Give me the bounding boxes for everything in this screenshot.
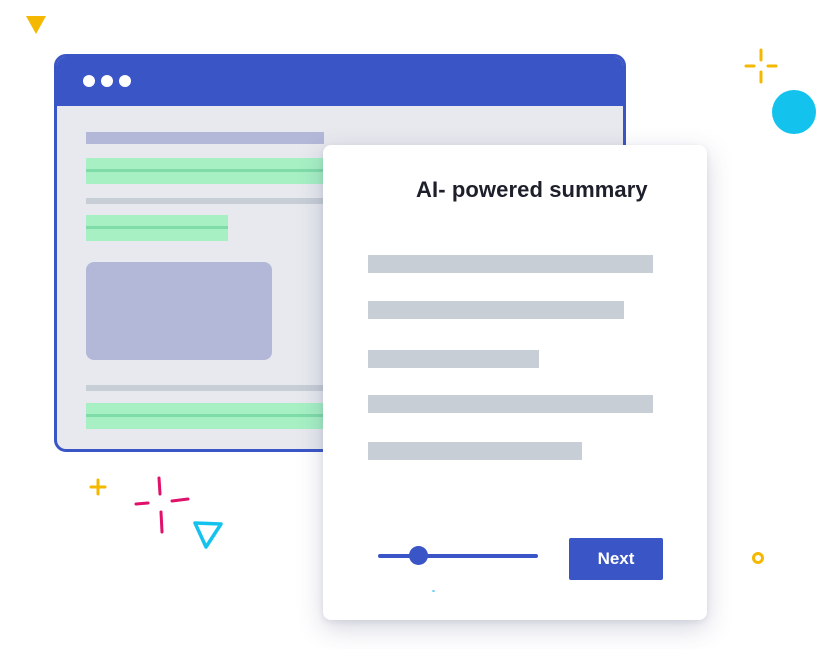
pink-sparkle-icon xyxy=(134,476,190,534)
cyan-triangle-outline-icon xyxy=(193,521,223,549)
cyan-circle-icon xyxy=(772,90,816,134)
next-button[interactable]: Next xyxy=(569,538,663,580)
summary-line xyxy=(368,350,539,368)
text-placeholder xyxy=(86,385,326,391)
window-dot-icon xyxy=(101,75,113,87)
summary-length-slider[interactable] xyxy=(378,554,538,558)
summary-line xyxy=(368,301,624,319)
window-dot-icon xyxy=(119,75,131,87)
browser-titlebar xyxy=(57,57,623,106)
summary-card: AI- powered summary Next xyxy=(323,145,707,620)
summary-line xyxy=(368,255,653,273)
summary-line xyxy=(368,395,653,413)
text-placeholder xyxy=(86,198,326,204)
yellow-ring-icon xyxy=(752,552,764,564)
heading-placeholder xyxy=(86,132,324,144)
image-placeholder xyxy=(86,262,272,360)
yellow-plus-icon xyxy=(89,478,107,496)
highlighted-text-placeholder xyxy=(86,215,228,241)
highlighted-text-placeholder xyxy=(86,403,326,429)
yellow-sparkle-icon xyxy=(744,48,778,84)
summary-line xyxy=(368,442,582,460)
highlighted-text-placeholder xyxy=(86,158,326,184)
yellow-triangle-icon xyxy=(26,16,46,34)
slider-thumb[interactable] xyxy=(408,546,428,565)
summary-title: AI- powered summary xyxy=(416,177,648,202)
decorative-dot xyxy=(432,590,435,592)
window-dot-icon xyxy=(83,75,95,87)
